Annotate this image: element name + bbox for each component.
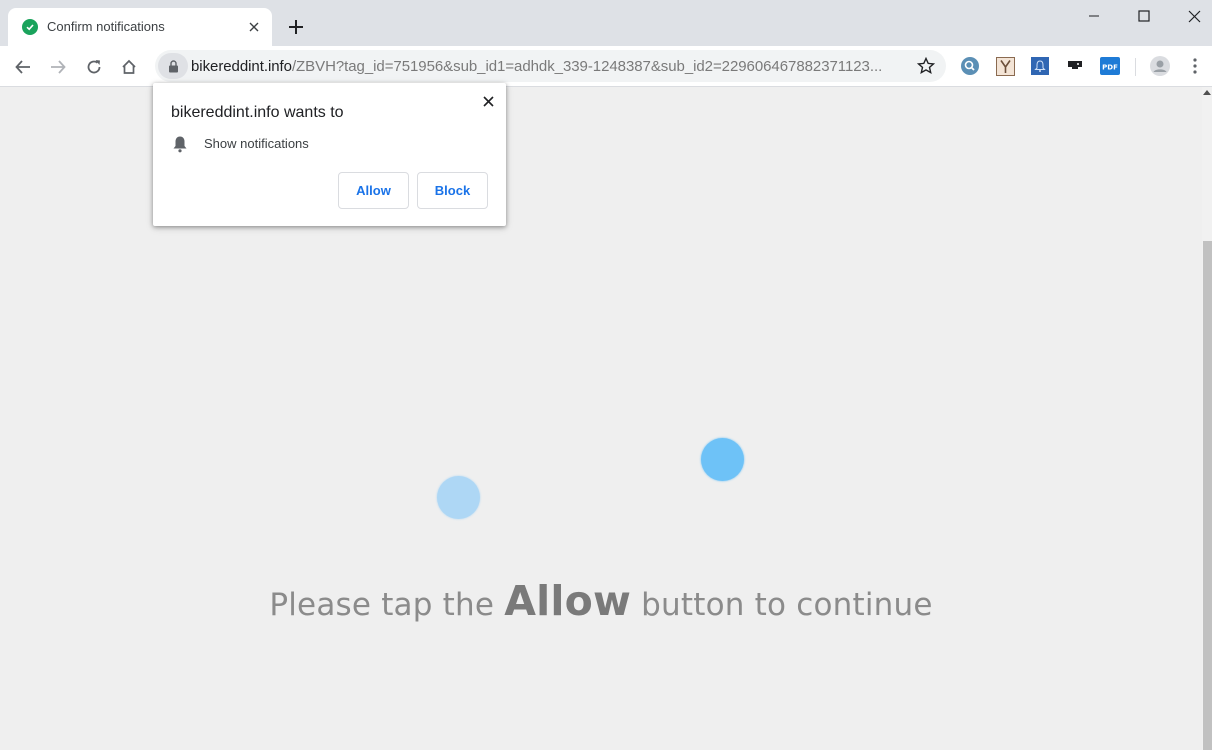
minimize-icon[interactable] (1071, 0, 1117, 32)
check-circle-icon (22, 19, 38, 35)
notification-permission-popup: bikereddint.info wants to Show notificat… (153, 83, 506, 226)
page-scrollbar[interactable] (1202, 87, 1212, 750)
home-icon[interactable] (115, 53, 143, 81)
permission-text: Show notifications (204, 136, 309, 151)
back-arrow-icon[interactable] (9, 53, 37, 81)
allow-button[interactable]: Allow (338, 172, 409, 209)
reload-icon[interactable] (80, 53, 108, 81)
profile-avatar-icon[interactable] (1150, 56, 1170, 76)
tab-title: Confirm notifications (47, 19, 165, 34)
message-pre: Please tap the (269, 587, 505, 623)
y-extension-icon[interactable] (995, 56, 1015, 76)
bookmark-star-icon[interactable] (915, 55, 937, 77)
search-extension-icon[interactable] (960, 56, 980, 76)
svg-text:PDF: PDF (1102, 64, 1118, 72)
tab-strip: Confirm notifications (0, 0, 1212, 46)
message-post: button to continue (631, 587, 933, 623)
bell-icon (172, 135, 188, 153)
scrollbar-thumb[interactable] (1203, 241, 1212, 750)
tab-close-icon[interactable] (244, 17, 264, 37)
url-host: bikereddint.info (191, 58, 292, 75)
browser-toolbar: bikereddint.info/ZBVH?tag_id=751956&sub_… (0, 46, 1212, 87)
url-text[interactable]: bikereddint.info/ZBVH?tag_id=751956&sub_… (191, 58, 903, 75)
popup-title: bikereddint.info wants to (171, 104, 344, 121)
lock-icon[interactable] (158, 53, 188, 79)
maximize-icon[interactable] (1121, 0, 1167, 32)
loading-dot-left (437, 476, 480, 519)
cast-extension-icon[interactable] (1065, 56, 1085, 76)
bell-extension-icon[interactable] (1030, 56, 1050, 76)
message-strong: Allow (504, 577, 632, 625)
allow-instruction-message: Please tap the Allow button to continue (0, 577, 1202, 625)
toolbar-separator (1135, 58, 1136, 76)
pdf-extension-icon[interactable]: PDF (1100, 56, 1120, 76)
url-path: /ZBVH?tag_id=751956&sub_id1=adhdk_339-12… (291, 58, 883, 75)
loading-dot-right (701, 438, 744, 481)
forward-arrow-icon[interactable] (44, 53, 72, 81)
scroll-up-arrow-icon[interactable] (1203, 90, 1211, 95)
new-tab-icon[interactable] (284, 15, 308, 39)
tab-confirm-notifications[interactable]: Confirm notifications (8, 8, 272, 46)
block-button[interactable]: Block (417, 172, 488, 209)
address-bar[interactable]: bikereddint.info/ZBVH?tag_id=751956&sub_… (155, 50, 946, 82)
menu-kebab-icon[interactable] (1185, 56, 1205, 76)
window-close-icon[interactable] (1171, 0, 1212, 32)
popup-close-icon[interactable] (479, 92, 497, 110)
